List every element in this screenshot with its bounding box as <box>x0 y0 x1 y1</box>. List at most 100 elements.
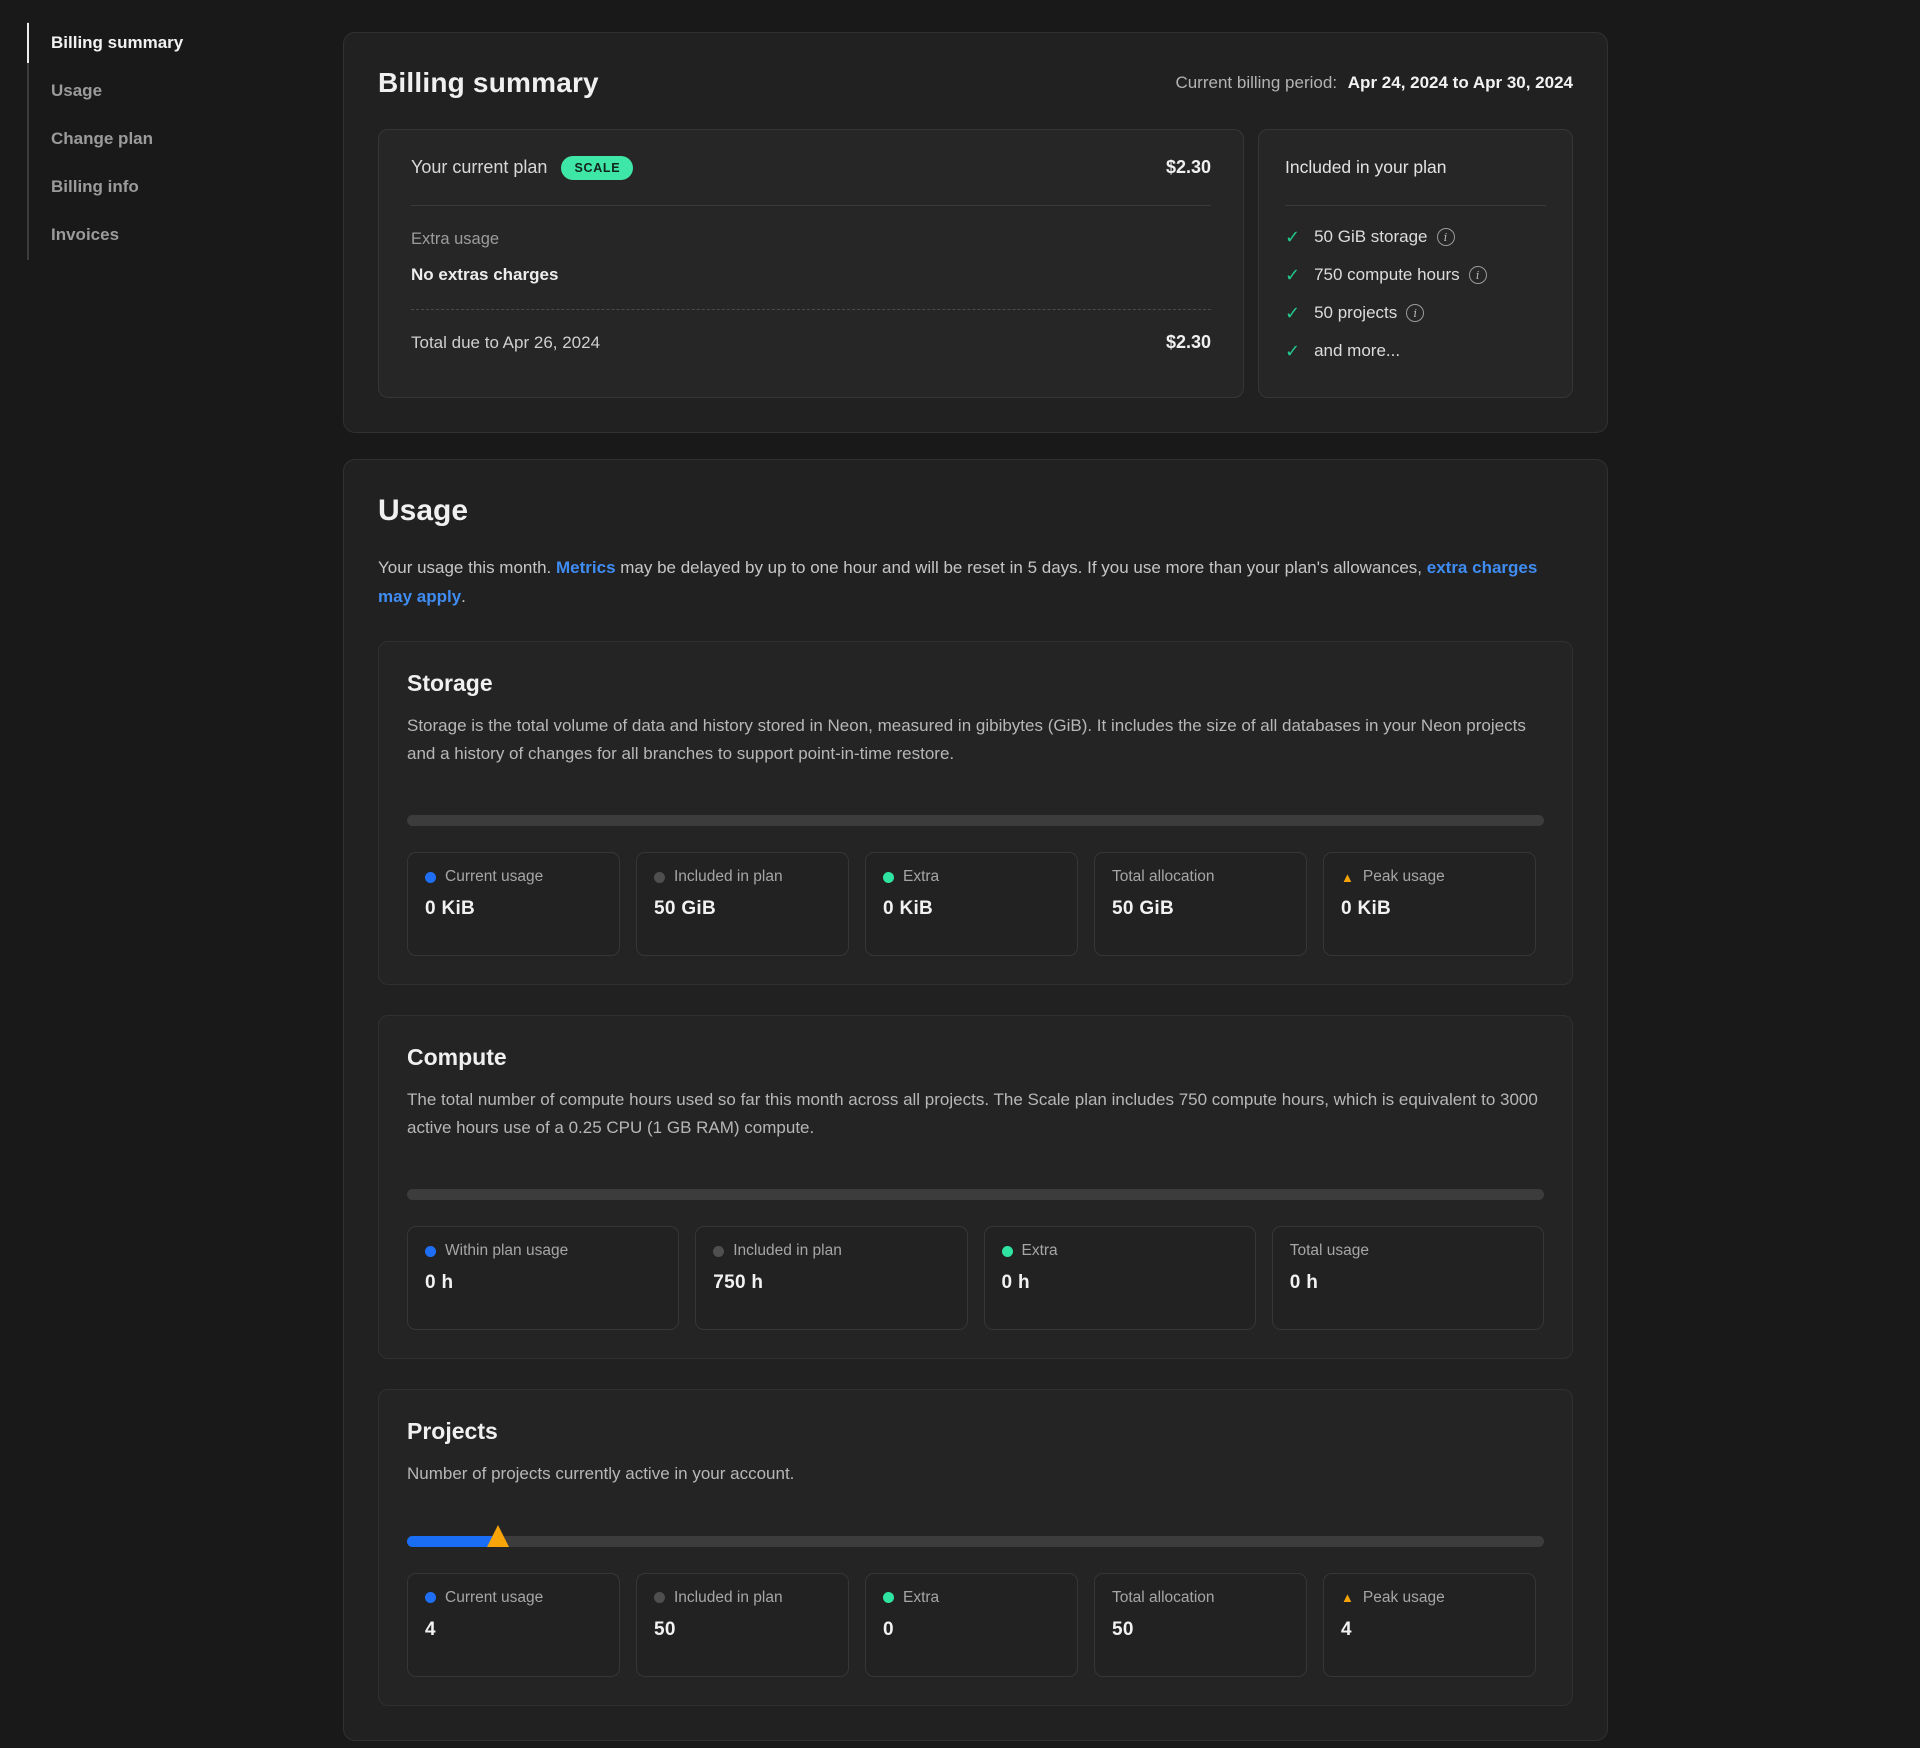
stat-box-included-in-plan: Included in plan 750 h <box>695 1226 967 1330</box>
sidebar-nav: Billing summary Usage Change plan Billin… <box>27 19 277 259</box>
stat-label: Extra <box>903 868 939 886</box>
included-list: ✓ 50 GiB storage i ✓ 750 compute hours i… <box>1285 206 1546 370</box>
sidebar-item-usage[interactable]: Usage <box>51 67 277 115</box>
current-plan-row: Your current plan SCALE $2.30 <box>411 130 1211 206</box>
usage-intro: Your usage this month. Metrics may be de… <box>378 554 1573 611</box>
current-plan-label: Your current plan <box>411 157 547 178</box>
stat-value: 0 h <box>1290 1272 1526 1294</box>
plan-card: Your current plan SCALE $2.30 Extra usag… <box>378 129 1244 398</box>
stat-box-total-usage: Total usage 0 h <box>1272 1226 1544 1330</box>
storage-stats: Current usage 0 KiB Included in plan 50 … <box>407 852 1544 956</box>
stat-box-total-allocation: Total allocation 50 <box>1094 1573 1307 1677</box>
green-dot-icon <box>1002 1246 1013 1257</box>
gray-dot-icon <box>654 872 665 883</box>
included-item-compute-hours: ✓ 750 compute hours i <box>1285 256 1546 294</box>
storage-progress-track <box>407 815 1544 826</box>
projects-progress-track <box>407 1536 1544 1547</box>
billing-header: Billing summary Current billing period: … <box>378 67 1573 99</box>
stat-label: Total allocation <box>1112 868 1215 886</box>
stat-value: 0 h <box>1002 1272 1238 1294</box>
billing-period-value: Apr 24, 2024 to Apr 30, 2024 <box>1348 73 1573 92</box>
stat-label: Peak usage <box>1363 1589 1445 1607</box>
stat-label: Peak usage <box>1363 868 1445 886</box>
check-icon: ✓ <box>1285 341 1300 362</box>
stat-label: Extra <box>1022 1242 1058 1260</box>
storage-description: Storage is the total volume of data and … <box>407 712 1544 767</box>
projects-title: Projects <box>407 1418 1544 1445</box>
compute-progress-track <box>407 1189 1544 1200</box>
included-item-label: 50 projects <box>1314 303 1397 323</box>
compute-stats: Within plan usage 0 h Included in plan 7… <box>407 1226 1544 1330</box>
peak-marker-icon <box>487 1525 509 1547</box>
stat-value: 0 KiB <box>425 898 602 920</box>
stat-label: Included in plan <box>733 1242 842 1260</box>
compute-card: Compute The total number of compute hour… <box>378 1015 1573 1359</box>
billing-summary-panel: Billing summary Current billing period: … <box>343 32 1608 433</box>
stat-value: 0 <box>883 1619 1060 1641</box>
extra-usage-label: Extra usage <box>411 230 1211 249</box>
plan-badge: SCALE <box>561 156 633 180</box>
total-due-row: Total due to Apr 26, 2024 $2.30 <box>411 332 1211 353</box>
stat-value: 50 <box>1112 1619 1289 1641</box>
stat-box-current-usage: Current usage 4 <box>407 1573 620 1677</box>
sidebar-item-invoices[interactable]: Invoices <box>51 211 277 259</box>
stat-value: 0 KiB <box>1341 898 1518 920</box>
stat-box-total-allocation: Total allocation 50 GiB <box>1094 852 1307 956</box>
green-dot-icon <box>883 872 894 883</box>
stat-label: Included in plan <box>674 868 783 886</box>
included-panel: Included in your plan ✓ 50 GiB storage i… <box>1258 129 1573 398</box>
main-content: Billing summary Current billing period: … <box>343 32 1608 1741</box>
storage-card: Storage Storage is the total volume of d… <box>378 641 1573 985</box>
projects-description: Number of projects currently active in y… <box>407 1460 1544 1488</box>
green-dot-icon <box>883 1592 894 1603</box>
check-icon: ✓ <box>1285 303 1300 324</box>
stat-box-extra: Extra 0 h <box>984 1226 1256 1330</box>
stat-box-extra: Extra 0 <box>865 1573 1078 1677</box>
stat-value: 0 h <box>425 1272 661 1294</box>
blue-dot-icon <box>425 1246 436 1257</box>
total-due-amount: $2.30 <box>1166 332 1211 353</box>
stat-box-extra: Extra 0 KiB <box>865 852 1078 956</box>
projects-card: Projects Number of projects currently ac… <box>378 1389 1573 1706</box>
sidebar-item-change-plan[interactable]: Change plan <box>51 115 277 163</box>
sidebar-item-label: Invoices <box>51 225 119 245</box>
stat-label: Included in plan <box>674 1589 783 1607</box>
stat-box-peak-usage: ▲ Peak usage 0 KiB <box>1323 852 1536 956</box>
stat-box-peak-usage: ▲Peak usage 4 <box>1323 1573 1536 1677</box>
info-icon[interactable]: i <box>1437 228 1455 246</box>
metrics-link[interactable]: Metrics <box>556 558 616 577</box>
stat-value: 4 <box>1341 1619 1518 1641</box>
intro-text: Your usage this month. <box>378 558 556 577</box>
triangle-icon: ▲ <box>1341 870 1354 885</box>
stat-box-current-usage: Current usage 0 KiB <box>407 852 620 956</box>
billing-period-label: Current billing period: <box>1175 73 1337 92</box>
gray-dot-icon <box>713 1246 724 1257</box>
billing-title: Billing summary <box>378 67 599 99</box>
stat-value: 50 GiB <box>654 898 831 920</box>
included-item-storage: ✓ 50 GiB storage i <box>1285 218 1546 256</box>
extra-usage-value: No extras charges <box>411 265 1211 310</box>
sidebar-item-label: Usage <box>51 81 102 101</box>
stat-label: Within plan usage <box>445 1242 568 1260</box>
intro-text: may be delayed by up to one hour and wil… <box>616 558 1427 577</box>
stat-value: 0 KiB <box>883 898 1060 920</box>
info-icon[interactable]: i <box>1406 304 1424 322</box>
stat-box-within-plan-usage: Within plan usage 0 h <box>407 1226 679 1330</box>
sidebar-item-billing-summary[interactable]: Billing summary <box>51 19 277 67</box>
billing-period: Current billing period: Apr 24, 2024 to … <box>1175 73 1573 93</box>
gray-dot-icon <box>654 1592 665 1603</box>
included-item-label: 50 GiB storage <box>1314 227 1427 247</box>
plan-amount: $2.30 <box>1166 157 1211 178</box>
sidebar-item-label: Billing info <box>51 177 139 197</box>
stat-label: Current usage <box>445 868 543 886</box>
included-item-projects: ✓ 50 projects i <box>1285 294 1546 332</box>
stat-label: Total usage <box>1290 1242 1369 1260</box>
blue-dot-icon <box>425 872 436 883</box>
sidebar-item-billing-info[interactable]: Billing info <box>51 163 277 211</box>
stat-value: 50 <box>654 1619 831 1641</box>
stat-label: Current usage <box>445 1589 543 1607</box>
compute-title: Compute <box>407 1044 1544 1071</box>
stat-label: Total allocation <box>1112 1589 1215 1607</box>
stat-value: 4 <box>425 1619 602 1641</box>
info-icon[interactable]: i <box>1469 266 1487 284</box>
